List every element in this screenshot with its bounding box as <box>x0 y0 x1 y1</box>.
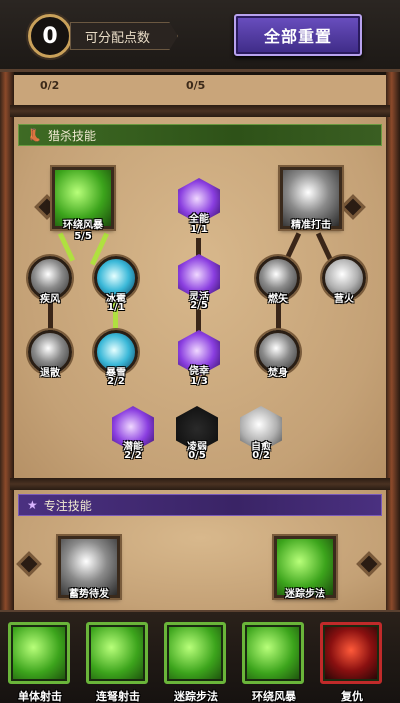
skill-node-blizzard[interactable]: 暴雪 2/2 <box>94 330 138 387</box>
frame-left <box>0 0 14 613</box>
skill-node-elusive-step[interactable]: 迷踪步法 <box>274 536 336 600</box>
star-icon: ★ <box>27 498 38 512</box>
upper-board-strip: 0/2 0/5 <box>14 75 386 105</box>
connector <box>196 310 201 332</box>
skill-node-disperse[interactable]: 退散 <box>28 330 72 379</box>
skill-node-whirlwind[interactable]: 环绕风暴 5/5 <box>52 167 114 242</box>
skill-points-label: 可分配点数 <box>70 22 178 50</box>
boot-icon: 👢 <box>27 128 42 142</box>
equipped-slot-3[interactable]: 迷踪步法 <box>164 622 228 703</box>
hunting-skills-title: 猎杀技能 <box>47 128 96 143</box>
skill-node-burning-arrow[interactable]: 燃矢 <box>256 256 300 305</box>
single-shot-icon <box>8 622 70 684</box>
upper-counter-left: 0/2 <box>40 79 60 92</box>
skill-points-counter: 0 <box>28 14 72 58</box>
crossbow-volley-icon <box>86 622 148 684</box>
skill-node-self-immolate[interactable]: 焚身 <box>256 330 300 379</box>
skill-node-hail[interactable]: 冰雹 1/1 <box>94 256 138 313</box>
divider <box>10 105 390 117</box>
skill-node-luck[interactable]: 侥幸 1/3 <box>178 330 220 387</box>
whirlwind-icon <box>242 622 304 684</box>
skill-node-bully[interactable]: 凌弱 0/5 <box>176 406 218 461</box>
skill-node-charge[interactable]: 蓄势待发 <box>58 536 120 600</box>
divider <box>10 478 390 490</box>
top-bar: 0 可分配点数 全部重置 <box>0 0 400 72</box>
focus-skills-title: 专注技能 <box>43 498 92 513</box>
frame-right <box>386 0 400 613</box>
skill-node-versatility[interactable]: 全能 1/1 <box>178 178 220 235</box>
elusive-step-icon <box>164 622 226 684</box>
skill-node-self-heal[interactable]: 自愈 0/2 <box>240 406 282 461</box>
equipped-slot-2[interactable]: 连弩射击 <box>86 622 150 703</box>
revenge-icon <box>320 622 382 684</box>
skill-node-campfire[interactable]: 营火 <box>322 256 366 305</box>
skill-node-precise-strike[interactable]: 精准打击 <box>280 167 342 231</box>
skill-node-potential[interactable]: 潜能 2/2 <box>112 406 154 461</box>
skill-node-agility[interactable]: 灵活 2/5 <box>178 254 220 311</box>
equipped-skill-bar: 单体射击 连弩射击 迷踪步法 环绕风暴 复仇 <box>0 610 400 703</box>
equipped-slot-4[interactable]: 环绕风暴 <box>242 622 306 703</box>
equipped-slot-5[interactable]: 复仇 <box>320 622 384 703</box>
equipped-slot-1[interactable]: 单体射击 <box>8 622 72 703</box>
reset-all-button[interactable]: 全部重置 <box>234 14 362 56</box>
skill-node-gale[interactable]: 疾风 <box>28 256 72 305</box>
hunting-skills-header: 👢 猎杀技能 <box>18 124 382 146</box>
focus-skills-header: ★ 专注技能 <box>18 494 382 516</box>
upper-counter-middle: 0/5 <box>186 79 206 92</box>
